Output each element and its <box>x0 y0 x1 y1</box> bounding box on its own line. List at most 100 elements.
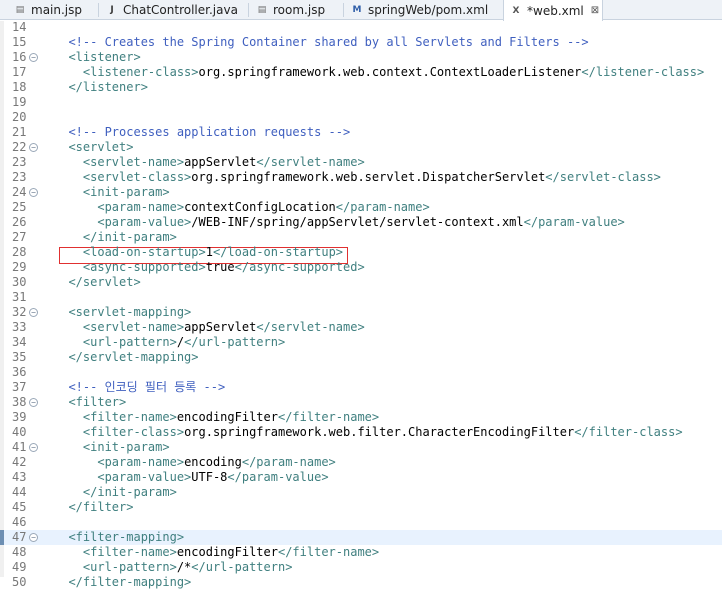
line-number: 23 <box>12 170 27 184</box>
line-number: 27 <box>12 230 27 244</box>
token-tag: </servlet-name> <box>256 155 365 169</box>
tab-2[interactable]: ▤ room.jsp <box>250 0 343 20</box>
code-line[interactable]: 15 <!-- Creates the Spring Container sha… <box>0 35 722 50</box>
code-line[interactable]: 19 <box>0 95 722 110</box>
tab-label: *web.xml <box>527 3 584 18</box>
token-tag: <listener-class> <box>82 65 199 79</box>
line-number: 29 <box>12 260 27 274</box>
token-tag: <param-name> <box>97 200 185 214</box>
fold-toggle-icon[interactable]: − <box>29 443 38 452</box>
code-line[interactable]: 26 <param-value>/WEB-INF/spring/appServl… <box>0 215 722 230</box>
code-text: <!-- 인코딩 필터 등록 --> <box>54 380 225 395</box>
code-line[interactable]: 45 </filter> <box>0 500 722 515</box>
code-text: <param-value>/WEB-INF/spring/appServlet/… <box>54 215 624 230</box>
code-line[interactable]: 37 <!-- 인코딩 필터 등록 --> <box>0 380 722 395</box>
code-line[interactable]: 16− <listener> <box>0 50 722 65</box>
token-tag: <url-pattern> <box>82 335 177 349</box>
code-line[interactable]: 38− <filter> <box>0 395 722 410</box>
code-text: <!-- Creates the Spring Container shared… <box>54 35 588 50</box>
fold-toggle-icon[interactable]: − <box>29 188 38 197</box>
code-line[interactable]: 34 <url-pattern>/</url-pattern> <box>0 335 722 350</box>
code-line[interactable]: 41− <init-param> <box>0 440 722 455</box>
tab-0[interactable]: ▤ main.jsp <box>8 0 98 20</box>
code-line[interactable]: 29 <async-supported>true</async-supporte… <box>0 260 722 275</box>
code-editor[interactable]: 14 15 <!-- Creates the Spring Container s… <box>0 20 722 589</box>
line-number: 18 <box>12 80 27 94</box>
code-text: <param-value>UTF-8</param-value> <box>54 470 328 485</box>
code-line[interactable]: 31 <box>0 290 722 305</box>
token-text: true <box>205 260 235 274</box>
token-tag: </listener-class> <box>581 65 705 79</box>
token-text: encodingFilter <box>176 545 278 559</box>
token-comment: <!-- 인코딩 필터 등록 --> <box>68 380 226 394</box>
code-line[interactable]: 21 <!-- Processes application requests -… <box>0 125 722 140</box>
code-line[interactable]: 17 <listener-class>org.springframework.w… <box>0 65 722 80</box>
line-number: 33 <box>12 320 27 334</box>
token-text: org.springframework.web.filter.Character… <box>184 425 575 439</box>
line-number: 49 <box>12 560 27 574</box>
code-line[interactable]: 25 <param-name>contextConfigLocation</pa… <box>0 200 722 215</box>
line-number: 35 <box>12 350 27 364</box>
code-line[interactable]: 35 </servlet-mapping> <box>0 350 722 365</box>
code-line[interactable]: 44 </init-param> <box>0 485 722 500</box>
code-text: <filter-name>encodingFilter</filter-name… <box>54 410 379 425</box>
fold-toggle-icon[interactable]: − <box>29 143 38 152</box>
code-line[interactable]: 32− <servlet-mapping> <box>0 305 722 320</box>
token-tag: <async-supported> <box>82 260 206 274</box>
line-number: 26 <box>12 215 27 229</box>
tab-4[interactable]: X *web.xml ⊠ <box>503 0 603 21</box>
code-line[interactable]: 33 <servlet-name>appServlet</servlet-nam… <box>0 320 722 335</box>
line-number: 15 <box>12 35 27 49</box>
close-icon[interactable]: ⊠ <box>591 5 599 16</box>
token-tag: </servlet-class> <box>545 170 661 184</box>
code-line[interactable]: 36 <box>0 365 722 380</box>
code-line[interactable]: 30 </servlet> <box>0 275 722 290</box>
fold-toggle-icon[interactable]: − <box>29 53 38 62</box>
code-text: <servlet-name>appServlet</servlet-name> <box>54 155 365 170</box>
token-tag: <filter-name> <box>82 545 177 559</box>
token-tag: <servlet-name> <box>82 155 185 169</box>
token-tag: <filter> <box>68 395 127 409</box>
code-line[interactable]: 46 <box>0 515 722 530</box>
line-number: 37 <box>12 380 27 394</box>
code-line[interactable]: 24− <init-param> <box>0 185 722 200</box>
code-line[interactable]: 14 <box>0 20 722 35</box>
code-line[interactable]: 39 <filter-name>encodingFilter</filter-n… <box>0 410 722 425</box>
token-text: / <box>176 335 185 349</box>
token-tag: <filter-name> <box>82 410 177 424</box>
line-number: 25 <box>12 200 27 214</box>
code-text: <filter-name>encodingFilter</filter-name… <box>54 545 379 560</box>
token-tag: <param-value> <box>97 215 192 229</box>
code-line[interactable]: 40 <filter-class>org.springframework.web… <box>0 425 722 440</box>
code-line[interactable]: 28 <load-on-startup>1</load-on-startup> <box>0 245 722 260</box>
code-line[interactable]: 27 </init-param> <box>0 230 722 245</box>
code-line[interactable]: 18 </listener> <box>0 80 722 95</box>
code-line[interactable]: 43 <param-value>UTF-8</param-value> <box>0 470 722 485</box>
line-number: 42 <box>12 455 27 469</box>
code-line[interactable]: 48 <filter-name>encodingFilter</filter-n… <box>0 545 722 560</box>
code-line[interactable]: 42 <param-name>encoding</param-name> <box>0 455 722 470</box>
line-number: 28 <box>12 245 27 259</box>
token-text: /* <box>176 560 192 574</box>
fold-toggle-icon[interactable]: − <box>29 398 38 407</box>
code-line[interactable]: 49 <url-pattern>/*</url-pattern> <box>0 560 722 575</box>
code-line[interactable]: 23 <servlet-name>appServlet</servlet-nam… <box>0 155 722 170</box>
code-line[interactable]: 50 </filter-mapping> <box>0 575 722 590</box>
token-tag: </filter-class> <box>574 425 683 439</box>
code-line[interactable]: 47− <filter-mapping> <box>0 530 722 545</box>
fold-toggle-icon[interactable]: − <box>29 308 38 317</box>
fold-toggle-icon[interactable]: − <box>29 533 38 542</box>
code-line[interactable]: 22− <servlet> <box>0 140 722 155</box>
code-line[interactable]: 20 <box>0 110 722 125</box>
tab-3[interactable]: MspringWeb/pom.xml <box>345 0 501 20</box>
tab-1[interactable]: J ChatController.java <box>100 0 248 20</box>
code-line[interactable]: 23 <servlet-class>org.springframework.we… <box>0 170 722 185</box>
